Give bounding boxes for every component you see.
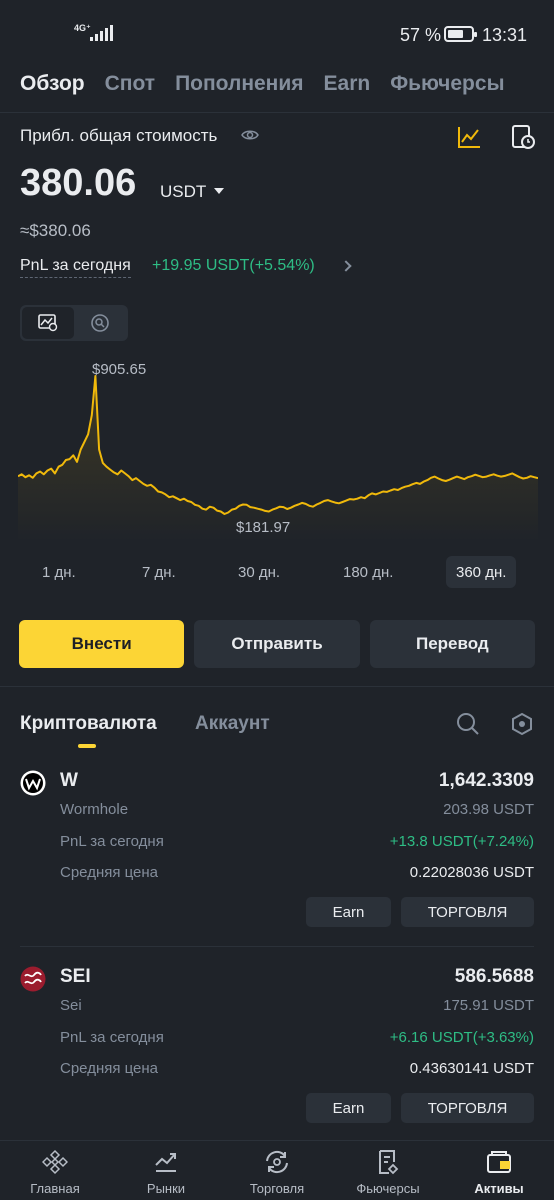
balance-unit-selector[interactable]: USDT <box>160 182 206 202</box>
asset-symbol: W <box>60 770 78 791</box>
tab-futures[interactable]: Фьючерсы <box>390 72 504 102</box>
range-1d[interactable]: 1 дн. <box>42 556 76 588</box>
nav-label: Фьючерсы <box>356 1181 420 1196</box>
time-range-selector: 1 дн. 7 дн. 30 дн. 180 дн. 360 дн. <box>20 556 534 588</box>
asset-quantity: 1,642.3309 <box>438 770 534 791</box>
trade-button[interactable]: ТОРГОВЛЯ <box>401 897 534 927</box>
chart-toggle-icon[interactable] <box>456 124 482 150</box>
history-icon[interactable] <box>510 124 536 150</box>
total-balance: 380.06 <box>20 162 137 204</box>
asset-avg-price-value: 0.43630141 USDT <box>409 1060 534 1077</box>
divider <box>20 946 534 947</box>
battery-icon <box>444 26 477 42</box>
asset-avg-price-label: Средняя цена <box>60 864 159 881</box>
asset-pnl-label: PnL за сегодня <box>60 833 164 850</box>
nav-home[interactable]: Главная <box>0 1149 110 1196</box>
deposit-button[interactable]: Внести <box>19 620 185 668</box>
action-buttons: Внести Отправить Перевод <box>19 620 535 668</box>
binance-logo-icon <box>42 1149 68 1175</box>
chart-max-label: $905.65 <box>92 361 147 378</box>
chevron-right-icon[interactable] <box>340 260 352 272</box>
nav-markets[interactable]: Рынки <box>111 1149 221 1196</box>
asset-quantity: 586.5688 <box>454 966 534 987</box>
range-360d[interactable]: 360 дн. <box>446 556 517 588</box>
caret-down-icon[interactable] <box>214 188 224 194</box>
network-indicator: 4G⁺ <box>74 23 91 33</box>
tab-earn[interactable]: Earn <box>324 72 371 102</box>
active-tab-indicator <box>78 744 96 748</box>
pnl-today-value[interactable]: +19.95 USDT(+5.54%) <box>152 257 315 275</box>
trade-button[interactable]: ТОРГОВЛЯ <box>401 1093 534 1123</box>
asset-symbol: SEI <box>60 966 91 987</box>
bottom-navigation: Главная Рынки Торговля Фьючерсы Активы <box>0 1140 554 1200</box>
nav-futures[interactable]: Фьючерсы <box>333 1149 443 1196</box>
top-tabs: Обзор Спот Пополнения Earn Фьючерсы <box>20 72 554 102</box>
analysis-view-button[interactable] <box>74 307 126 339</box>
asset-pnl-value: +13.8 USDT(+7.24%) <box>389 833 534 850</box>
asset-name: Sei <box>60 997 82 1014</box>
trade-icon <box>266 1150 288 1174</box>
battery-percent: 57 % <box>400 25 442 45</box>
asset-name: Wormhole <box>60 801 129 818</box>
search-icon[interactable] <box>456 712 480 736</box>
tab-account[interactable]: Аккаунт <box>195 713 270 735</box>
markets-icon <box>155 1153 176 1172</box>
asset-avg-price-label: Средняя цена <box>60 1060 159 1077</box>
range-180d[interactable]: 180 дн. <box>343 556 393 588</box>
transfer-button[interactable]: Перевод <box>369 620 535 668</box>
pnl-today-label[interactable]: PnL за сегодня <box>20 257 131 278</box>
eye-icon[interactable] <box>241 128 259 142</box>
tab-crypto[interactable]: Криптовалюта <box>20 713 157 735</box>
asset-avg-price-value: 0.22028036 USDT <box>409 864 534 881</box>
wormhole-logo-icon <box>20 770 46 796</box>
send-button[interactable]: Отправить <box>194 620 360 668</box>
tab-spot[interactable]: Спот <box>105 72 155 102</box>
signal-icon <box>90 25 113 41</box>
total-value-label: Прибл. общая стоимость <box>20 126 218 145</box>
nav-assets[interactable]: Активы <box>444 1149 554 1196</box>
asset-pnl-value: +6.16 USDT(+3.63%) <box>389 1029 534 1046</box>
futures-icon <box>379 1150 399 1175</box>
nav-label: Рынки <box>146 1181 186 1196</box>
tab-overview[interactable]: Обзор <box>20 72 85 102</box>
earn-button[interactable]: Earn <box>306 1093 391 1123</box>
asset-usdt-value: 175.91 USDT <box>443 997 534 1014</box>
wallet-icon <box>487 1151 511 1173</box>
asset-usdt-value: 203.98 USDT <box>443 801 534 818</box>
tab-deposits[interactable]: Пополнения <box>175 72 303 102</box>
earn-button[interactable]: Earn <box>306 897 391 927</box>
nav-trade[interactable]: Торговля <box>222 1149 332 1196</box>
divider <box>0 686 554 687</box>
status-bar: 4G⁺ 57 % 13:31 <box>0 0 554 64</box>
range-7d[interactable]: 7 дн. <box>142 556 176 588</box>
sei-logo-icon <box>20 966 46 992</box>
nav-label: Торговля <box>249 1181 305 1196</box>
approx-usd-value: ≈$380.06 <box>20 221 91 240</box>
chart-min-label: $181.97 <box>236 519 291 536</box>
chart-view-toggle <box>20 305 128 341</box>
range-30d[interactable]: 30 дн. <box>238 556 280 588</box>
analysis-icon <box>91 314 109 332</box>
nav-label: Главная <box>30 1181 80 1196</box>
image-chart-icon <box>38 314 58 332</box>
divider <box>0 112 554 113</box>
hide-small-assets-icon[interactable] <box>510 712 534 736</box>
asset-item-sei[interactable]: SEI Sei 586.5688 175.91 USDT PnL за сего… <box>0 966 554 1136</box>
asset-pnl-label: PnL за сегодня <box>60 1029 164 1046</box>
nav-label: Активы <box>474 1181 524 1196</box>
clock: 13:31 <box>482 25 528 45</box>
image-chart-button[interactable] <box>22 307 74 339</box>
asset-item-w[interactable]: W Wormhole 1,642.3309 203.98 USDT PnL за… <box>0 770 554 940</box>
portfolio-value-chart[interactable] <box>18 356 538 542</box>
